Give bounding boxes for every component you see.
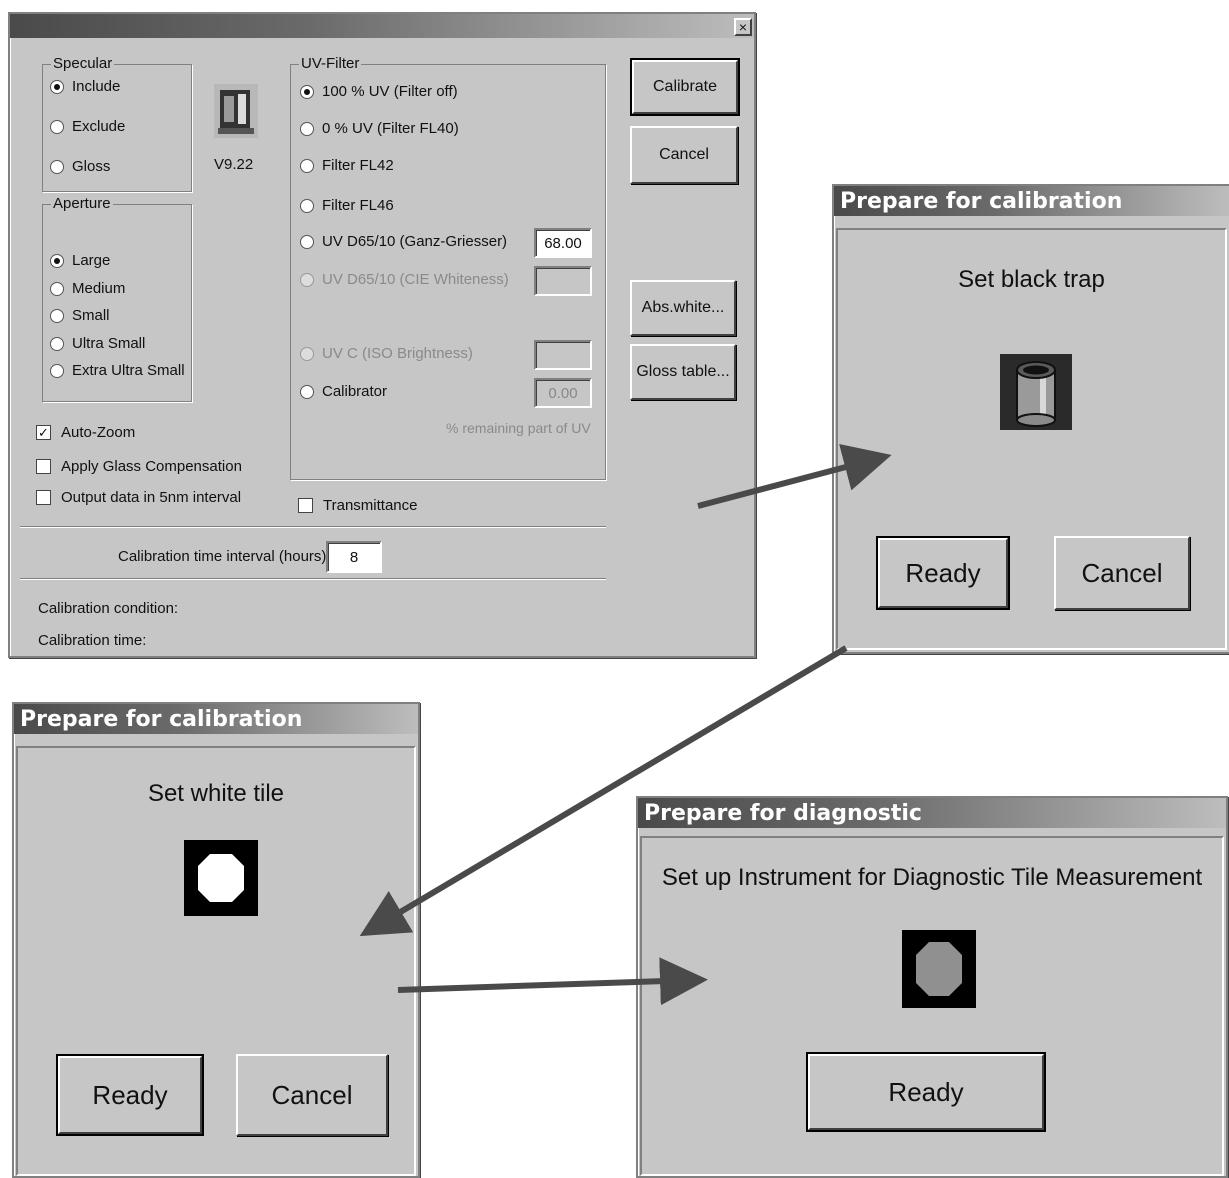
uv-c-iso-brightness-radio[interactable]: UV C (ISO Brightness) — [300, 345, 473, 362]
dialog-message: Set black trap — [958, 266, 1105, 293]
ganz-griesser-value-field[interactable]: 68.00 — [534, 228, 592, 258]
checkmark-icon: ✓ — [36, 425, 51, 440]
dialog-message: Set white tile — [147, 780, 285, 807]
radio-dot-icon — [50, 253, 64, 268]
aperture-group-label: Aperture — [51, 195, 113, 212]
calibration-condition-label: Calibration condition: — [38, 600, 179, 617]
interval-input[interactable]: 8 — [326, 541, 382, 573]
glass-compensation-checkbox[interactable]: Apply Glass Compensation — [36, 458, 242, 475]
instrument-icon — [214, 84, 258, 138]
calibration-time-label: Calibration time: — [38, 632, 147, 649]
radio-dot-icon — [50, 336, 64, 351]
close-button[interactable]: × — [734, 18, 752, 36]
radio-dot-icon — [300, 121, 314, 136]
aperture-large-radio[interactable]: Large — [50, 252, 110, 269]
cancel-button[interactable]: Cancel — [236, 1054, 388, 1136]
ready-button[interactable]: Ready — [806, 1052, 1046, 1132]
cancel-button[interactable]: Cancel — [1054, 536, 1190, 610]
dialog-message: Set up Instrument for Diagnostic Tile Me… — [661, 864, 1203, 891]
ready-button[interactable]: Ready — [56, 1054, 204, 1136]
cancel-button[interactable]: Cancel — [630, 126, 738, 184]
specular-gloss-radio[interactable]: Gloss — [50, 158, 110, 175]
specular-include-radio[interactable]: Include — [50, 78, 120, 95]
dialog-titlebar — [10, 14, 754, 38]
uv-cie-whiteness-radio[interactable]: UV D65/10 (CIE Whiteness) — [300, 271, 509, 288]
aperture-small-radio[interactable]: Small — [50, 307, 110, 324]
radio-dot-icon — [50, 79, 64, 94]
uv-100-radio[interactable]: 100 % UV (Filter off) — [300, 83, 458, 100]
radio-dot-icon — [50, 159, 64, 174]
specular-exclude-radio[interactable]: Exclude — [50, 118, 125, 135]
uv-filter-group-label: UV-Filter — [299, 55, 362, 72]
separator-line — [20, 578, 606, 580]
filter-fl42-radio[interactable]: Filter FL42 — [300, 157, 394, 174]
calibrate-button[interactable]: Calibrate — [630, 58, 740, 116]
iso-brightness-value-field[interactable] — [534, 340, 592, 370]
radio-dot-icon — [50, 363, 64, 378]
separator-line — [20, 526, 606, 528]
calibrator-radio[interactable]: Calibrator — [300, 383, 387, 400]
radio-dot-icon — [300, 272, 314, 287]
dialog-titlebar: Prepare for calibration — [834, 186, 1229, 216]
dialog-title: Prepare for calibration — [840, 189, 1123, 214]
dialog-titlebar: Prepare for diagnostic — [638, 798, 1226, 828]
checkbox-box-icon — [298, 498, 313, 513]
radio-dot-icon — [300, 234, 314, 249]
gloss-table-button[interactable]: Gloss table... — [630, 344, 736, 400]
diagnostic-dialog: Prepare for diagnostic Set up Instrument… — [636, 796, 1228, 1178]
output-5nm-checkbox[interactable]: Output data in 5nm interval — [36, 489, 241, 506]
radio-dot-icon — [300, 158, 314, 173]
dialog-title: Prepare for calibration — [20, 707, 303, 732]
radio-dot-icon — [300, 384, 314, 399]
calibrator-value-field[interactable]: 0.00 — [534, 378, 592, 408]
calibration-settings-dialog: × Specular Include Exclude Gloss V9.22 A… — [8, 12, 756, 658]
remaining-uv-note: % remaining part of UV — [446, 420, 591, 436]
black-trap-dialog: Prepare for calibration Set black trap R… — [832, 184, 1229, 654]
radio-dot-icon — [50, 281, 64, 296]
radio-dot-icon — [50, 308, 64, 323]
white-tile-icon — [184, 840, 258, 916]
aperture-ultra-small-radio[interactable]: Ultra Small — [50, 335, 145, 352]
interval-label: Calibration time interval (hours): — [118, 548, 331, 565]
uv-0-radio[interactable]: 0 % UV (Filter FL40) — [300, 120, 459, 137]
auto-zoom-checkbox[interactable]: ✓ Auto-Zoom — [36, 424, 135, 441]
ready-button[interactable]: Ready — [876, 536, 1010, 610]
checkbox-box-icon — [36, 490, 51, 505]
checkbox-box-icon — [36, 459, 51, 474]
dialog-title: Prepare for diagnostic — [644, 801, 922, 826]
radio-dot-icon — [300, 84, 314, 99]
filter-fl46-radio[interactable]: Filter FL46 — [300, 197, 394, 214]
version-label: V9.22 — [214, 156, 254, 173]
aperture-extra-ultra-small-radio[interactable]: Extra Ultra Small — [50, 362, 185, 379]
diagnostic-tile-icon — [902, 930, 976, 1008]
black-trap-icon — [1000, 354, 1072, 430]
dialog-titlebar: Prepare for calibration — [14, 704, 418, 734]
uv-ganz-griesser-radio[interactable]: UV D65/10 (Ganz-Griesser) — [300, 233, 507, 250]
white-tile-dialog: Prepare for calibration Set white tile R… — [12, 702, 420, 1178]
radio-dot-icon — [50, 119, 64, 134]
cie-whiteness-value-field[interactable] — [534, 266, 592, 296]
specular-group-label: Specular — [51, 55, 115, 72]
aperture-medium-radio[interactable]: Medium — [50, 280, 125, 297]
radio-dot-icon — [300, 346, 314, 361]
abs-white-button[interactable]: Abs.white... — [630, 280, 736, 336]
radio-dot-icon — [300, 198, 314, 213]
transmittance-checkbox[interactable]: Transmittance — [298, 497, 417, 514]
